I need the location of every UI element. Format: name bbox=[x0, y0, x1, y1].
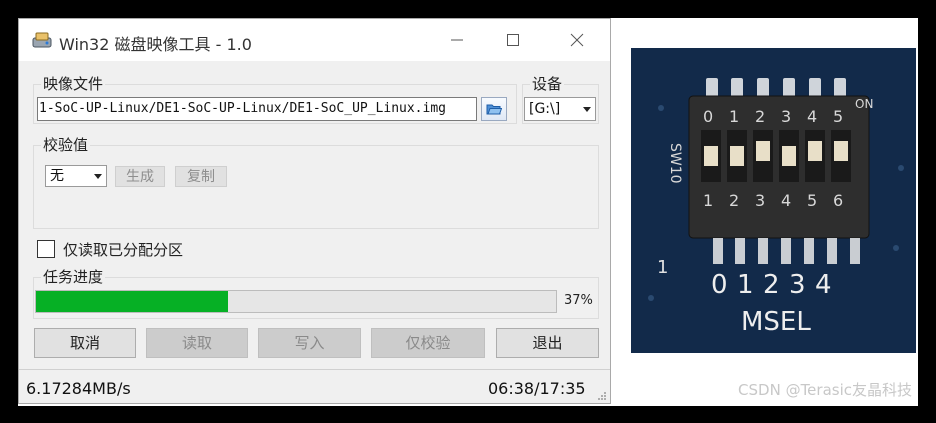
on-label: ON bbox=[855, 97, 873, 111]
msel-label: MSEL bbox=[741, 307, 811, 337]
progress-label: 任务进度 bbox=[41, 266, 106, 287]
title-bar[interactable]: Win32 磁盘映像工具 - 1.0 bbox=[19, 19, 610, 61]
checksum-type-value: 无 bbox=[50, 168, 64, 184]
read-only-allocated-label: 仅读取已分配分区 bbox=[63, 241, 184, 259]
pin-0: 0 bbox=[711, 270, 728, 300]
image-file-path-input[interactable]: 1-SoC-UP-Linux/DE1-SoC-UP-Linux/DE1-SoC_… bbox=[37, 97, 477, 121]
switch-bottom-5: 5 bbox=[807, 191, 817, 210]
verify-only-button[interactable]: 仅校验 bbox=[371, 328, 485, 358]
close-icon bbox=[570, 33, 584, 47]
switch-bottom-2: 2 bbox=[729, 191, 739, 210]
window-title: Win32 磁盘映像工具 - 1.0 bbox=[59, 35, 252, 54]
minimize-button[interactable] bbox=[429, 19, 485, 61]
dip-switch-photo: 0 1 2 3 4 5 1 2 3 4 5 6 SW10 ON 1 0 1 2 … bbox=[631, 48, 916, 353]
sw-label: SW10 bbox=[667, 143, 683, 184]
switch-bottom-1: 1 bbox=[703, 191, 713, 210]
resize-grip-icon[interactable] bbox=[597, 391, 607, 401]
switch-bottom-3: 3 bbox=[755, 191, 765, 210]
switch-bottom-4: 4 bbox=[781, 191, 791, 210]
image-file-label: 映像文件 bbox=[41, 73, 106, 94]
pin-1: 1 bbox=[737, 270, 754, 300]
checksum-group bbox=[33, 145, 599, 229]
progress-bar-fill bbox=[36, 291, 229, 312]
generate-button[interactable]: 生成 bbox=[115, 166, 165, 187]
maximize-icon bbox=[507, 34, 519, 46]
browse-button[interactable] bbox=[481, 97, 507, 121]
switch-top-1: 1 bbox=[729, 107, 739, 126]
chevron-down-icon bbox=[94, 174, 102, 179]
screenshot-canvas: Win32 磁盘映像工具 - 1.0 映像文件 1-SoC-UP-Linux/D… bbox=[18, 18, 918, 406]
device-select-value: [G:\] bbox=[529, 101, 561, 117]
write-button[interactable]: 写入 bbox=[258, 328, 361, 358]
switch-bottom-6: 6 bbox=[833, 191, 843, 210]
speed-readout: 6.17284MB/s bbox=[26, 379, 131, 398]
device-label: 设备 bbox=[530, 73, 565, 94]
folder-open-icon bbox=[486, 104, 502, 115]
switch-top-0: 0 bbox=[703, 107, 713, 126]
read-button[interactable]: 读取 bbox=[146, 328, 248, 358]
switch-top-3: 3 bbox=[781, 107, 791, 126]
read-only-allocated-checkbox[interactable] bbox=[37, 240, 55, 258]
minimize-icon bbox=[451, 39, 463, 41]
pin-2: 2 bbox=[763, 270, 780, 300]
pin-4: 4 bbox=[815, 270, 832, 300]
cancel-button[interactable]: 取消 bbox=[34, 328, 136, 358]
switch-top-2: 2 bbox=[755, 107, 765, 126]
disk-imager-window: Win32 磁盘映像工具 - 1.0 映像文件 1-SoC-UP-Linux/D… bbox=[18, 18, 611, 404]
dot-label: 1 bbox=[657, 257, 668, 278]
pin-3: 3 bbox=[789, 270, 806, 300]
watermark-text: CSDN @Terasic友晶科技 bbox=[738, 381, 912, 399]
maximize-button[interactable] bbox=[485, 19, 541, 61]
app-icon bbox=[32, 32, 52, 48]
time-readout: 06:38/17:35 bbox=[488, 379, 586, 398]
copy-button[interactable]: 复制 bbox=[175, 166, 227, 187]
chevron-down-icon bbox=[583, 107, 591, 112]
progress-percent: 37% bbox=[564, 293, 593, 308]
progress-bar bbox=[35, 290, 557, 313]
device-select[interactable]: [G:\] bbox=[524, 97, 596, 121]
checksum-label: 校验值 bbox=[41, 134, 91, 155]
checksum-type-select[interactable]: 无 bbox=[45, 165, 107, 187]
close-button[interactable] bbox=[549, 19, 605, 61]
switch-top-5: 5 bbox=[833, 107, 843, 126]
switch-top-4: 4 bbox=[807, 107, 817, 126]
exit-button[interactable]: 退出 bbox=[496, 328, 599, 358]
status-bar: 6.17284MB/s 06:38/17:35 bbox=[19, 369, 610, 404]
